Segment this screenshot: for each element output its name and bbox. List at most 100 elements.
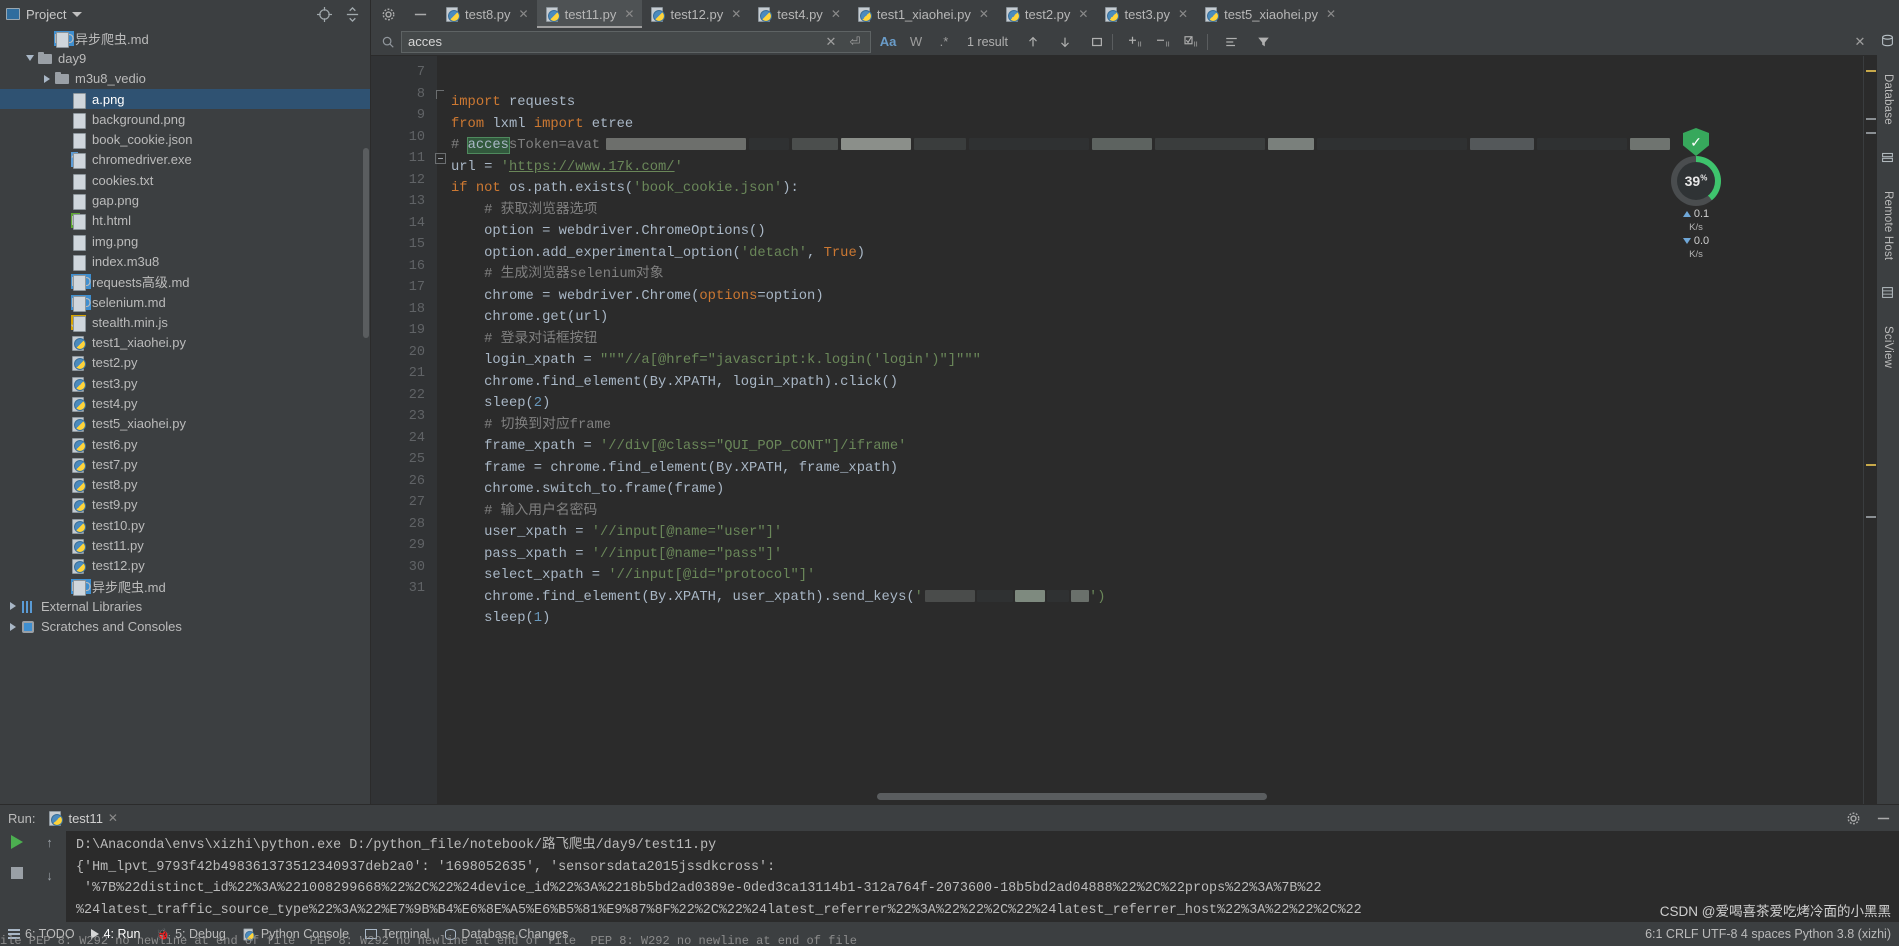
tree-item[interactable]: selenium.md — [0, 292, 370, 312]
check-selection-icon[interactable]: II — [1183, 33, 1201, 51]
tree-item[interactable]: gap.png — [0, 190, 370, 211]
crosshair-icon[interactable] — [316, 6, 332, 22]
run-icon[interactable] — [10, 835, 23, 849]
code-line[interactable]: option = webdriver.ChromeOptions() — [437, 221, 1863, 243]
project-tree[interactable]: 异步爬虫.md day9 m3u8_vedio a.png background.png… — [0, 28, 370, 637]
code-content[interactable]: import requests from lxml import etree # a… — [437, 56, 1863, 804]
code-line[interactable]: chrome = webdriver.Chrome(options=option… — [437, 286, 1863, 308]
editor-tab[interactable]: test8.py ✕ — [437, 0, 537, 28]
editor-tab[interactable]: test4.py ✕ — [749, 0, 849, 28]
minimize-icon[interactable] — [412, 6, 428, 22]
tree-item[interactable]: m3u8_vedio — [0, 69, 370, 89]
code-line[interactable]: if not os.path.exists('book_cookie.json'… — [437, 178, 1863, 200]
run-tab-test11[interactable]: test11 ✕ — [43, 810, 124, 826]
indent-icon[interactable] — [1222, 33, 1240, 51]
run-controls-left[interactable] — [0, 835, 33, 922]
tree-item[interactable]: day9 — [0, 48, 370, 68]
code-line[interactable]: # 获取浏览器选项 — [437, 200, 1863, 222]
editor-tab-strip[interactable]: test8.py ✕ test11.py ✕ test12.py ✕ test4.py ✕ te… — [437, 0, 1899, 28]
editor-tab[interactable]: test1_xiaohei.py ✕ — [849, 0, 997, 28]
search-icon[interactable] — [379, 33, 397, 51]
code-editor[interactable]: 7 8 9 10 11 12 13 14 15 16 17 18 19 20 21 22 23 24 25 26 27 2… — [371, 56, 1877, 804]
project-tree-panel[interactable]: 异步爬虫.md day9 m3u8_vedio a.png background.png… — [0, 28, 371, 804]
close-icon[interactable]: ✕ — [1326, 7, 1336, 21]
find-input-wrapper[interactable]: acces ✕ ⏎ — [401, 30, 871, 53]
right-strip-label-database[interactable]: Database — [1882, 74, 1894, 125]
select-all-icon[interactable] — [1088, 33, 1106, 51]
marker-search[interactable] — [1866, 132, 1876, 134]
code-line[interactable]: # 登录对话框按钮 — [437, 329, 1863, 351]
tree-item[interactable]: index.m3u8 — [0, 251, 370, 271]
tree-item[interactable]: External Libraries — [0, 596, 370, 616]
chevron-right-icon[interactable] — [40, 74, 54, 83]
tree-item[interactable]: test5_xiaohei.py — [0, 414, 370, 434]
code-line[interactable]: chrome.find_element(By.XPATH, user_xpath… — [437, 587, 1863, 609]
tree-item[interactable]: 异步爬虫.md — [0, 28, 370, 48]
collapse-all-icon[interactable] — [344, 6, 360, 22]
tree-item[interactable]: test7.py — [0, 454, 370, 474]
code-line[interactable]: import requests — [437, 92, 1863, 114]
tree-item[interactable]: cookies.txt — [0, 170, 370, 190]
code-line[interactable]: from lxml import etree — [437, 114, 1863, 136]
gear-icon[interactable] — [1845, 810, 1861, 826]
code-line[interactable]: login_xpath = """//a[@href="javascript:k… — [437, 350, 1863, 372]
close-icon[interactable]: ✕ — [108, 811, 118, 825]
code-line[interactable]: pass_xpath = '//input[@name="pass"]' — [437, 544, 1863, 566]
code-line[interactable]: frame_xpath = '//div[@class="QUI_POP_CON… — [437, 436, 1863, 458]
tree-item[interactable]: 异步爬虫.md — [0, 576, 370, 596]
code-line[interactable]: chrome.find_element(By.XPATH, login_xpat… — [437, 372, 1863, 394]
arrow-up-icon[interactable] — [1024, 33, 1042, 51]
find-close-icon[interactable]: ✕ — [1851, 33, 1869, 51]
chevron-down-icon[interactable] — [72, 11, 83, 17]
sidebar-scrollbar[interactable] — [363, 148, 369, 338]
right-strip-label-sciview[interactable]: SciView — [1882, 326, 1894, 368]
code-line[interactable]: user_xpath = '//input[@name="user"]' — [437, 522, 1863, 544]
code-line[interactable]: url = 'https://www.17k.com/' — [437, 157, 1863, 179]
editor-horizontal-scrollbar[interactable] — [517, 793, 1723, 800]
add-selection-icon[interactable]: II — [1127, 33, 1145, 51]
close-icon[interactable]: ✕ — [1178, 7, 1188, 21]
code-line[interactable]: sleep(2) — [437, 393, 1863, 415]
code-line[interactable]: # 生成浏览器selenium对象 — [437, 264, 1863, 286]
close-icon[interactable]: ✕ — [831, 7, 841, 21]
reset-icon[interactable]: ⏎ — [846, 33, 864, 51]
code-line[interactable]: # accessToken=avat — [437, 135, 1863, 157]
editor-tab[interactable]: test12.py ✕ — [642, 0, 749, 28]
tree-item[interactable]: a.png — [0, 88, 370, 110]
filter-icon[interactable] — [1254, 33, 1272, 51]
tree-item[interactable]: test2.py — [0, 353, 370, 373]
tree-item[interactable]: test11.py — [0, 535, 370, 555]
marker-warning[interactable] — [1866, 70, 1876, 72]
editor-tab[interactable]: test2.py ✕ — [997, 0, 1097, 28]
search-input[interactable]: acces — [408, 34, 816, 49]
whole-words-button[interactable]: W — [907, 33, 925, 51]
code-line[interactable]: # 输入用户名密码 — [437, 501, 1863, 523]
gear-icon[interactable] — [380, 6, 396, 22]
tree-item[interactable]: img.png — [0, 231, 370, 251]
close-icon[interactable]: ✕ — [624, 7, 634, 21]
code-line[interactable]: option.add_experimental_option('detach',… — [437, 243, 1863, 265]
run-controls-right[interactable]: ↑ ↓ — [33, 835, 66, 922]
tree-item[interactable]: requests高级.md — [0, 272, 370, 292]
remote-host-icon[interactable] — [1881, 151, 1895, 165]
close-icon[interactable]: ✕ — [519, 7, 529, 21]
tree-item[interactable]: test3.py — [0, 373, 370, 393]
tree-item[interactable]: stealth.min.js — [0, 312, 370, 332]
shield-check-icon[interactable]: ✓ — [1683, 128, 1709, 156]
remove-selection-icon[interactable]: II — [1155, 33, 1173, 51]
code-line[interactable]: frame = chrome.find_element(By.XPATH, fr… — [437, 458, 1863, 480]
tree-item[interactable]: test10.py — [0, 515, 370, 535]
network-speed-widget[interactable]: ✓ 39% 0.1 K/s 0.0 K/s — [1665, 128, 1727, 298]
code-line[interactable]: select_xpath = '//input[@id="protocol"]' — [437, 565, 1863, 587]
editor-tab[interactable]: test11.py ✕ — [536, 0, 643, 28]
tree-item[interactable]: test12.py — [0, 556, 370, 576]
chevron-right-icon[interactable] — [6, 602, 20, 611]
close-icon[interactable]: ✕ — [979, 7, 989, 21]
tree-item[interactable]: chromedriver.exe — [0, 150, 370, 170]
tree-item[interactable]: Scratches and Consoles — [0, 617, 370, 637]
run-panel-sidebar[interactable]: ↑ ↓ — [0, 831, 66, 922]
close-icon[interactable]: ✕ — [1078, 7, 1088, 21]
right-strip-label-remote-host[interactable]: Remote Host — [1882, 191, 1894, 260]
tree-item[interactable]: test1_xiaohei.py — [0, 332, 370, 352]
marker-search[interactable] — [1866, 118, 1876, 120]
